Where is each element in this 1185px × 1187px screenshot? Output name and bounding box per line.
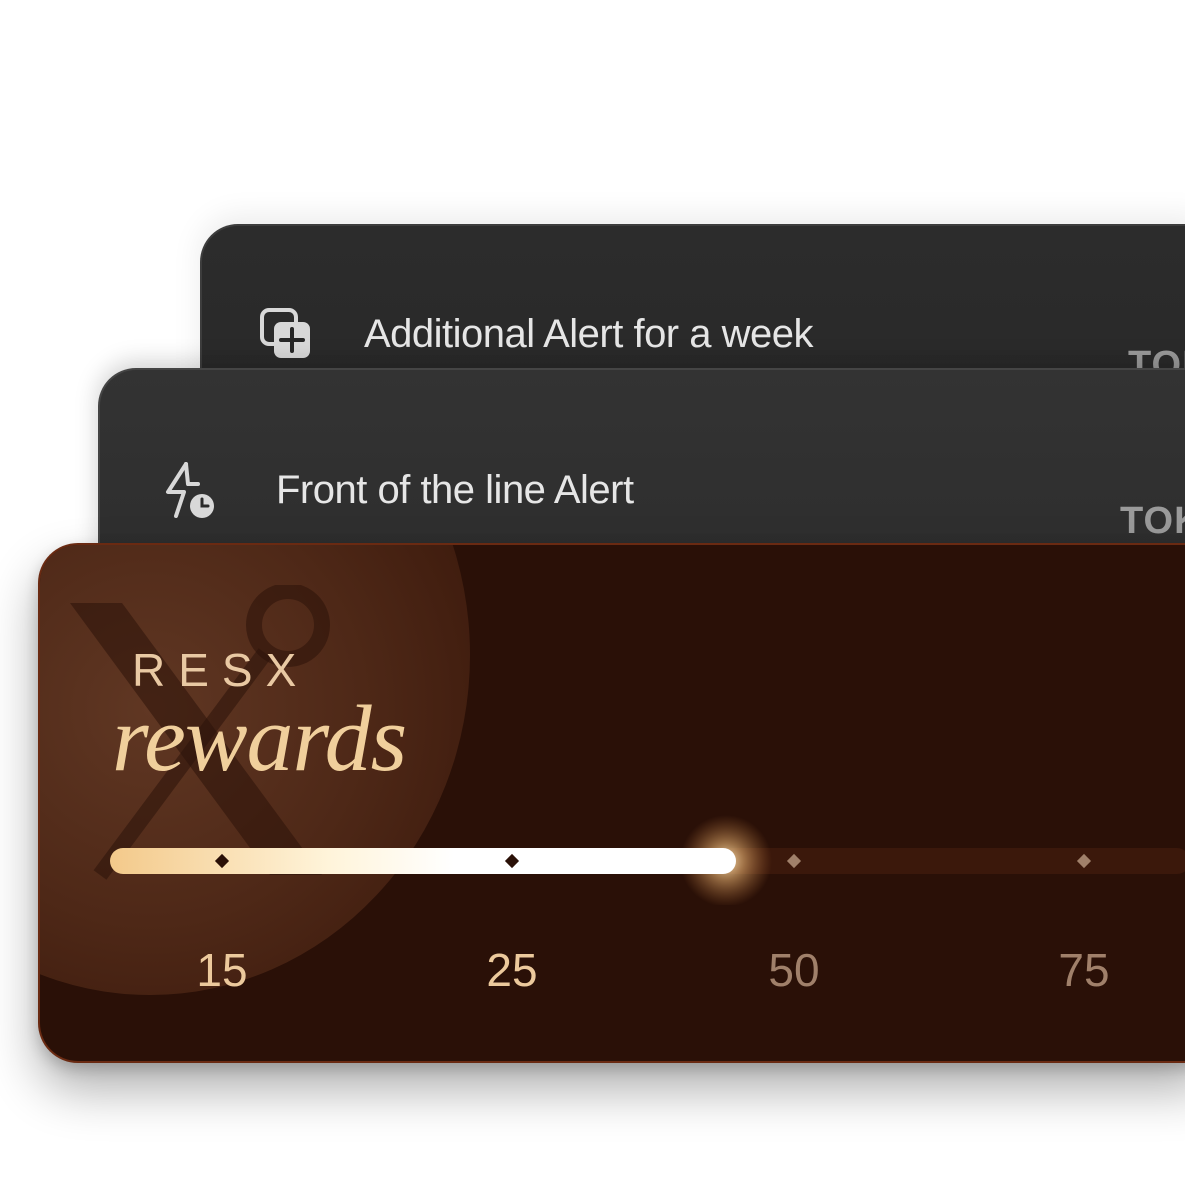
token-badge: TOK: [1120, 500, 1185, 542]
alert-row[interactable]: Additional Alert for a week: [258, 306, 813, 362]
milestone-label: 75: [1058, 944, 1110, 996]
alert-row[interactable]: Front of the line Alert: [162, 462, 634, 518]
milestone-label: 50: [768, 944, 820, 996]
brand-rewards: rewards: [112, 687, 407, 791]
rewards-progress-bar: [110, 815, 1185, 905]
alert-label: Additional Alert for a week: [364, 311, 813, 356]
copy-plus-icon: [260, 308, 310, 358]
milestone-label: 25: [486, 944, 538, 996]
rewards-card: RESX rewards 15 25 50 75: [38, 543, 1185, 1063]
progress-fill: [110, 848, 736, 874]
lightning-clock-icon: [166, 462, 214, 518]
milestone-label: 15: [196, 944, 248, 996]
alert-label: Front of the line Alert: [276, 467, 634, 512]
